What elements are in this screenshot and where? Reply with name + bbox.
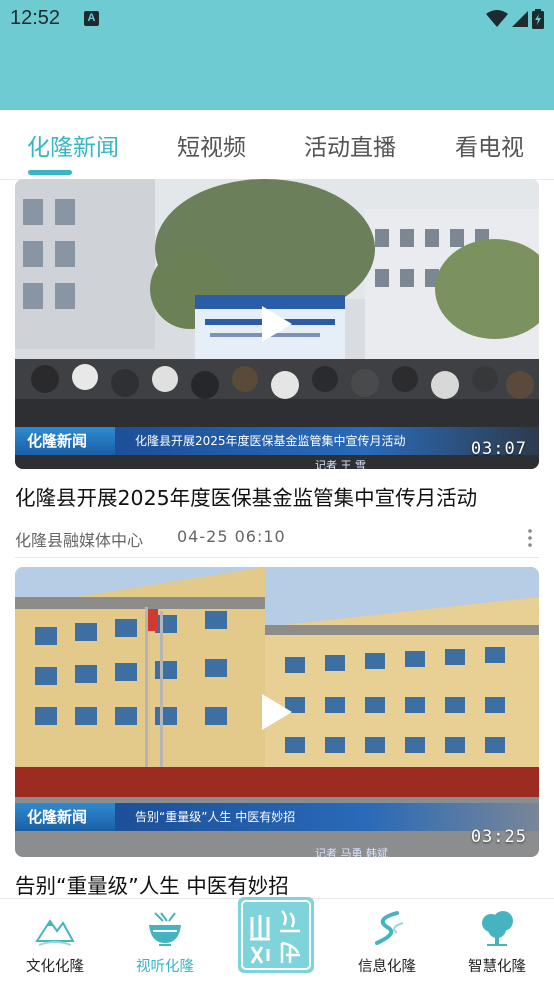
wifi-icon [486, 10, 508, 27]
article-meta: 化隆县融媒体中心 04-25 06:10 [15, 527, 539, 550]
play-icon[interactable] [260, 304, 294, 344]
card-divider [15, 557, 539, 558]
nav-label: 信息化隆 [358, 959, 416, 975]
category-tabs: 化隆新闻 短视频 活动直播 看电视 [0, 110, 554, 180]
nav-label: 文化化隆 [26, 959, 84, 975]
tab-live-events[interactable]: 活动直播 [304, 128, 396, 162]
lower-third-reporter: 记者 马勇 韩斌 [315, 847, 388, 857]
nav-label: 智慧化隆 [468, 959, 526, 975]
status-icons [486, 9, 544, 29]
more-options-icon[interactable] [527, 528, 533, 548]
signal-icon [512, 11, 528, 27]
nav-item-smart[interactable]: 智慧化隆 [442, 899, 552, 984]
tab-active-indicator [28, 170, 72, 175]
news-card[interactable]: 告别“重量级”人生 中医有妙招 化隆新闻 记者 马勇 韩斌 03:25 告别“重… [15, 567, 539, 899]
mountain-icon [35, 919, 75, 946]
nav-item-culture[interactable]: 文化化隆 [0, 899, 110, 984]
nav-label: 视听化隆 [136, 959, 194, 975]
nav-item-audiovisual[interactable]: 视听化隆 [110, 899, 220, 984]
video-duration: 03:07 [470, 439, 527, 459]
status-time: 12:52 [10, 7, 61, 29]
calligraphy-logo [241, 900, 311, 970]
tab-watch-tv[interactable]: 看电视 [455, 128, 524, 162]
video-thumbnail[interactable]: 告别“重量级”人生 中医有妙招 化隆新闻 记者 马勇 韩斌 03:25 [15, 567, 539, 857]
notification-a-icon: A [84, 11, 99, 26]
play-icon[interactable] [260, 692, 294, 732]
article-title[interactable]: 化隆县开展2025年度医保基金监管集中宣传月活动 [15, 481, 539, 511]
news-card[interactable]: 化隆县开展2025年度医保基金监管集中宣传月活动 化隆新闻 记者 王 雪 03:… [15, 179, 539, 558]
status-bar: 12:52 A [0, 0, 554, 38]
nav-item-information[interactable]: 信息化隆 [332, 899, 442, 984]
river-icon [375, 911, 404, 945]
lower-third-reporter: 记者 王 雪 [315, 459, 366, 469]
news-lower-third: 化隆县开展2025年度医保基金监管集中宣传月活动 化隆新闻 [15, 427, 539, 455]
lower-third-brand: 化隆新闻 [15, 803, 115, 831]
bowl-icon [149, 912, 181, 946]
lower-third-brand: 化隆新闻 [15, 427, 115, 455]
tree-icon [482, 911, 513, 946]
tab-short-video[interactable]: 短视频 [177, 128, 246, 162]
article-source: 化隆县融媒体中心 [15, 531, 144, 550]
video-thumbnail[interactable]: 化隆县开展2025年度医保基金监管集中宣传月活动 化隆新闻 记者 王 雪 03:… [15, 179, 539, 469]
article-time: 04-25 06:10 [177, 527, 286, 546]
video-duration: 03:25 [470, 827, 527, 847]
tab-hualong-news[interactable]: 化隆新闻 [27, 128, 119, 162]
app-logo-icon[interactable] [238, 897, 314, 973]
battery-icon [532, 9, 544, 29]
news-lower-third: 告别“重量级”人生 中医有妙招 化隆新闻 [15, 803, 539, 831]
article-title[interactable]: 告别“重量级”人生 中医有妙招 [15, 869, 539, 899]
bottom-navigation: 文化化隆 视听化隆 信息化隆 智慧化隆 [0, 897, 554, 984]
